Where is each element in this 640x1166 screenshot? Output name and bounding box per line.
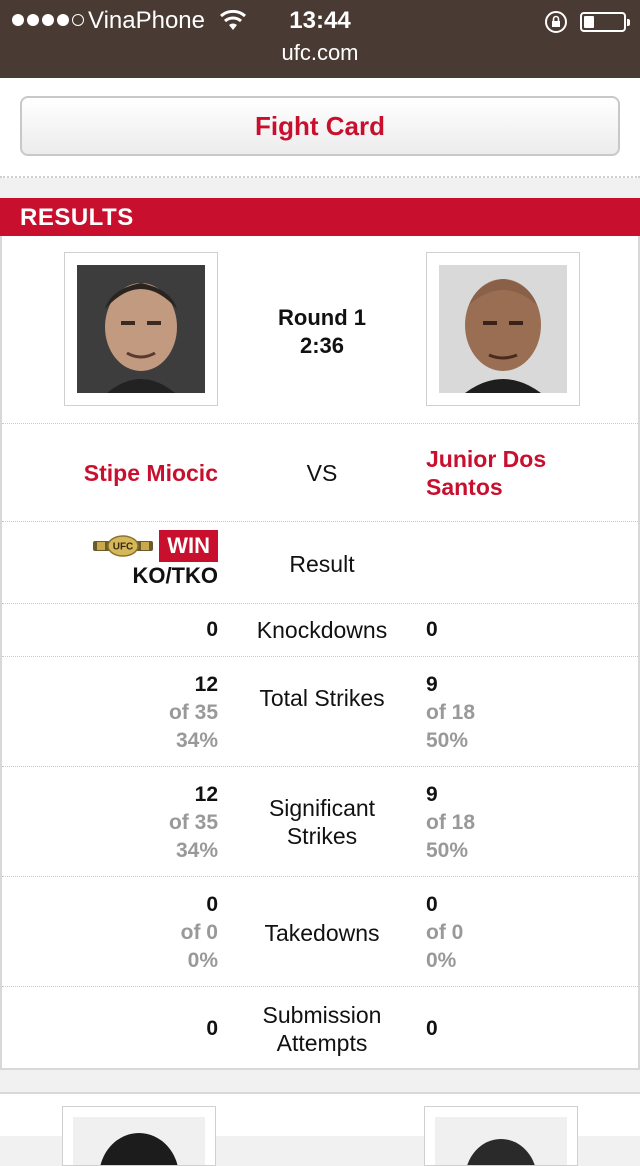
stat-left-pct: 34% — [175, 839, 218, 862]
fighters-photo-row: Round 1 2:36 — [2, 236, 638, 424]
page-header: Fight Card — [0, 78, 640, 178]
results-panel: Round 1 2:36 Stipe Miocic VS Junior Dos … — [0, 236, 640, 1070]
stat-row-takedowns: 0 of 0 0% Takedowns 0 of 0 0% — [2, 877, 638, 987]
battery-icon — [580, 12, 630, 32]
stat-row-knockdowns: 0 Knockdowns 0 — [2, 604, 638, 657]
result-label: Result — [289, 551, 355, 577]
stat-right-value: 0 — [426, 618, 438, 641]
fighter-portrait-icon — [73, 1117, 205, 1165]
stat-right-of: of 0 — [426, 921, 464, 944]
stat-row-total-strikes: 12 of 35 34% Total Strikes 9 of 18 50% — [2, 657, 638, 767]
win-badge: WIN — [159, 530, 218, 562]
fighter-left-name[interactable]: Stipe Miocic — [84, 459, 218, 487]
result-method: KO/TKO — [132, 563, 218, 589]
stat-right-value: 0 — [426, 893, 438, 916]
stat-right-pct: 0% — [426, 949, 457, 972]
rotation-lock-icon — [545, 11, 567, 33]
vs-label: VS — [306, 460, 338, 486]
stat-right-value: 9 — [426, 673, 438, 696]
next-fighter-left-photo[interactable] — [62, 1106, 216, 1166]
stat-left-value: 0 — [206, 893, 218, 916]
stat-left-of: of 35 — [168, 811, 218, 834]
stat-left-value: 0 — [206, 1017, 218, 1040]
stat-left-pct: 34% — [175, 729, 218, 752]
fighter-right-photo[interactable] — [426, 252, 580, 406]
stat-right-of: of 18 — [426, 811, 476, 834]
stat-left-value: 12 — [194, 673, 218, 696]
stat-left-value: 12 — [194, 783, 218, 806]
stat-label: Total Strikes — [259, 685, 385, 711]
fighter-portrait-icon — [439, 265, 567, 393]
fight-card-button[interactable]: Fight Card — [20, 96, 620, 156]
round-time: 2:36 — [299, 333, 345, 358]
stat-label: Submission Attempts — [262, 1002, 382, 1056]
result-row: UFC WIN KO/TKO Result — [2, 522, 638, 604]
stat-left-pct: 0% — [187, 949, 218, 972]
stat-right-of: of 18 — [426, 701, 476, 724]
url-bar[interactable]: ufc.com — [0, 40, 640, 66]
stat-left-value: 0 — [206, 618, 218, 641]
fighter-portrait-icon — [435, 1117, 567, 1165]
fighter-left-photo[interactable] — [64, 252, 218, 406]
stat-right-pct: 50% — [426, 729, 469, 752]
stat-label: Significant Strikes — [268, 795, 376, 849]
stat-row-significant-strikes: 12 of 35 34% Significant Strikes 9 of 18… — [2, 767, 638, 877]
championship-belt-icon: UFC — [93, 535, 154, 562]
svg-text:UFC: UFC — [113, 542, 134, 553]
fighter-right-name[interactable]: Junior Dos Santos — [426, 445, 606, 501]
round-label: Round 1 — [278, 305, 366, 330]
stat-right-value: 9 — [426, 783, 438, 806]
results-heading: RESULTS — [0, 198, 640, 236]
stat-label: Knockdowns — [256, 617, 388, 643]
stat-left-of: of 35 — [168, 701, 218, 724]
status-bar: VinaPhone 13:44 ufc.com — [0, 0, 640, 78]
fighters-name-row: Stipe Miocic VS Junior Dos Santos — [2, 424, 638, 522]
fighter-portrait-icon — [77, 265, 205, 393]
stat-row-submission-attempts: 0 Submission Attempts 0 — [2, 987, 638, 1069]
stat-right-value: 0 — [426, 1017, 438, 1040]
next-fighter-right-photo[interactable] — [424, 1106, 578, 1166]
stat-left-of: of 0 — [180, 921, 218, 944]
stat-label: Takedowns — [264, 920, 380, 946]
stat-right-pct: 50% — [426, 839, 469, 862]
next-fight-card — [0, 1092, 640, 1166]
